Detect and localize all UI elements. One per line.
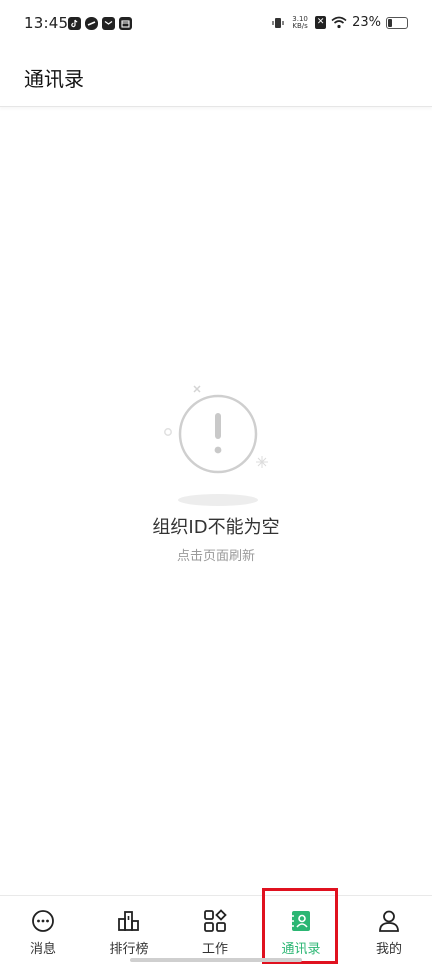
empty-state-title: 组织ID不能为空 [152,517,280,538]
nav-label-work: 工作 [201,942,228,957]
nav-label-me: 我的 [375,942,402,957]
nav-label-messages: 消息 [29,942,56,957]
user-profile-icon [379,910,399,932]
bottom-nav: 消息 排行榜 工作 通讯录 我的 [0,895,432,964]
warning-icon [164,385,268,506]
home-indicator[interactable] [130,958,302,962]
mail-icon [102,17,115,30]
app-header: 通讯录 [0,50,432,107]
status-app-icons [68,17,132,30]
wifi-icon [331,16,347,29]
nav-label-leaderboard: 排行榜 [109,942,149,957]
contacts-screen: 13:45 3.10 KB/s ✕ 23% 通讯录 组织ID不能为空 点击页面刷… [0,0,432,964]
apps-grid-icon [204,909,227,932]
status-bar: 13:45 3.10 KB/s ✕ 23% [0,0,432,50]
status-right: 3.10 KB/s ✕ 23% [271,15,408,30]
nav-item-leaderboard[interactable]: 排行榜 [86,896,172,964]
leaderboard-icon [118,911,139,931]
nav-item-work[interactable]: 工作 [172,896,258,964]
network-speed: 3.10 KB/s [290,15,310,30]
tiktok-icon [68,17,81,30]
battery-percent: 23% [352,15,381,30]
chat-bubble-icon [32,910,54,932]
nav-item-me[interactable]: 我的 [346,896,432,964]
no-sim-icon: ✕ [315,16,327,29]
battery-level [388,18,392,27]
status-time: 13:45 [24,14,69,32]
network-speed-unit: KB/s [292,21,308,30]
empty-state[interactable]: 组织ID不能为空 点击页面刷新 [0,370,432,570]
battery-icon [386,16,408,29]
calendar-icon [119,17,132,30]
link-icon [85,17,98,30]
active-tab-highlight [262,888,338,964]
vibrate-icon [272,17,284,28]
page-title: 通讯录 [24,67,84,91]
refresh-hint[interactable]: 点击页面刷新 [0,545,432,564]
nav-item-messages[interactable]: 消息 [0,896,86,964]
